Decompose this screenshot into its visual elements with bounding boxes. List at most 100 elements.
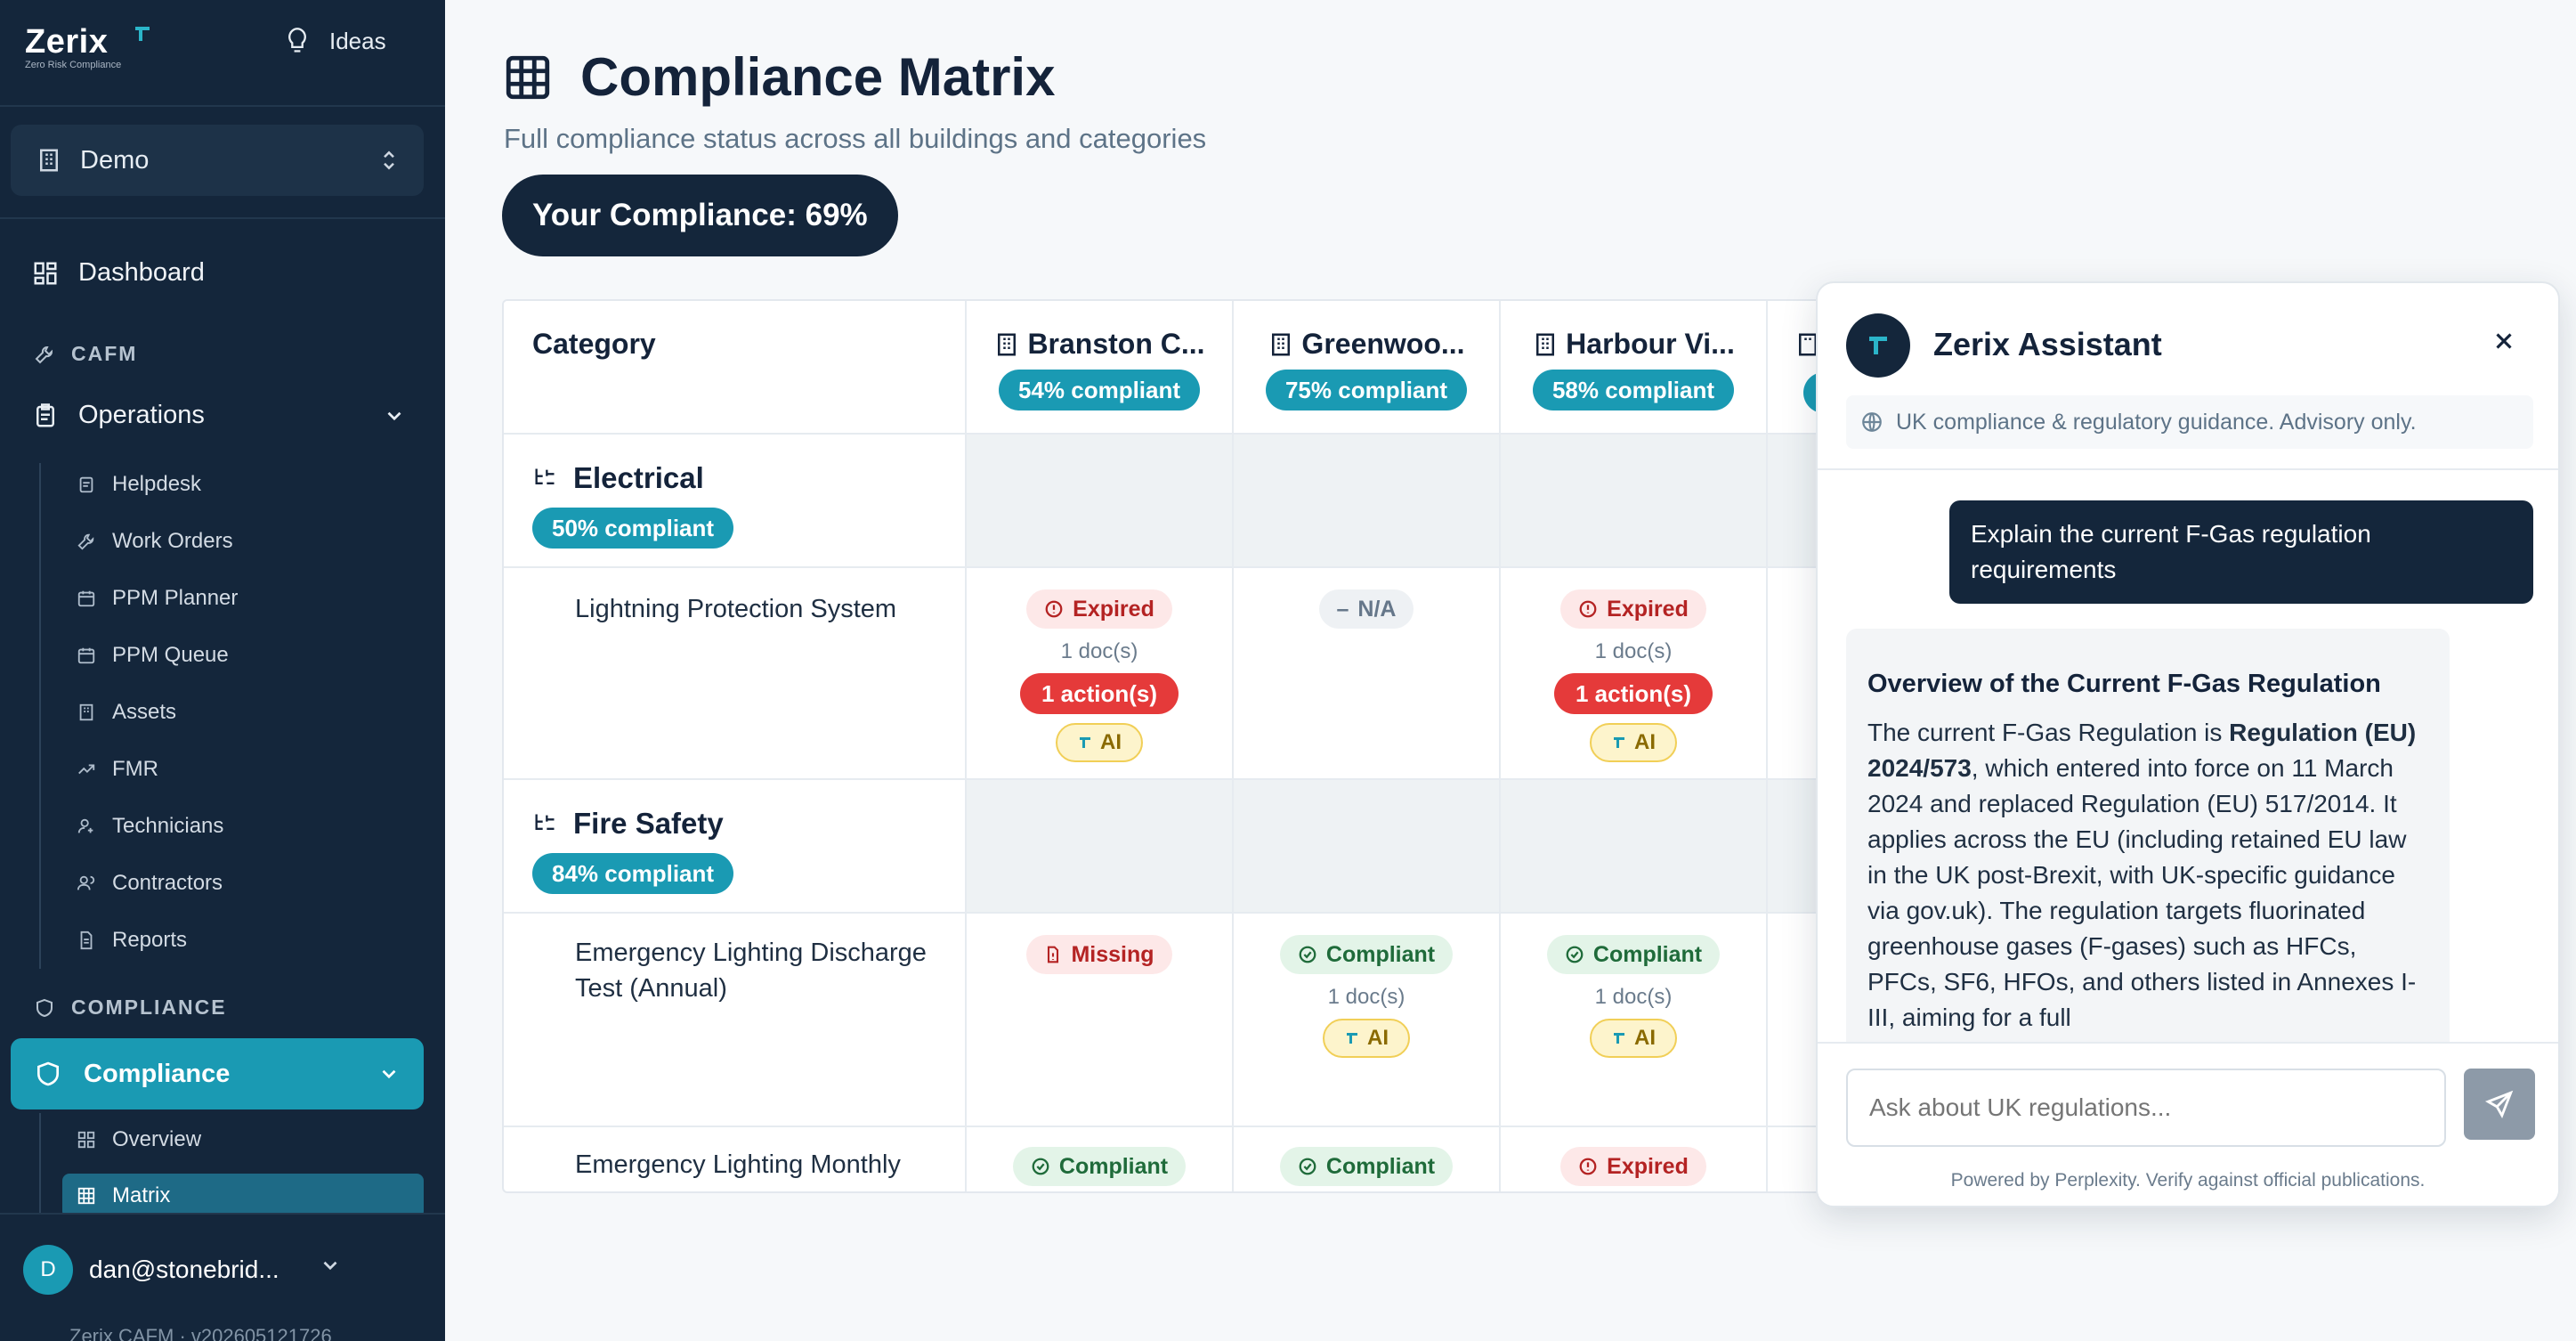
clipboard-icon xyxy=(36,402,54,427)
assistant-message: Overview of the Current F-Gas Regulation… xyxy=(1846,629,2450,1065)
matrix-cell[interactable]: Compliant 1 doc(s) AI xyxy=(1501,914,1768,1127)
category-fire-safety[interactable]: Fire Safety 84% compliant xyxy=(504,780,967,914)
ppm-queue-label: PPM Queue xyxy=(112,643,229,667)
building-compliance-badge: 75% compliant xyxy=(1265,370,1468,410)
sidebar-item-ppm-planner[interactable]: PPM Planner xyxy=(77,586,238,611)
building-icon xyxy=(998,333,1017,355)
building-title: Harbour Vi... xyxy=(1532,328,1735,361)
sidebar-item-technicians[interactable]: Technicians xyxy=(77,814,223,839)
compliance-score-badge: Your Compliance: 69% xyxy=(502,175,898,256)
tree-icon xyxy=(535,814,555,830)
tree-icon xyxy=(535,468,555,484)
building-title: Branston C... xyxy=(993,328,1205,361)
matrix-cell[interactable]: Compliant xyxy=(967,1127,1234,1191)
category-header-cell: Category xyxy=(504,301,967,435)
building-icon xyxy=(1536,333,1555,355)
assistant-footer: Powered by Perplexity. Verify against of… xyxy=(1818,1042,2558,1206)
compliance-submenu xyxy=(39,1113,41,1220)
matrix-cell[interactable]: Expired xyxy=(1501,1127,1768,1191)
ppm-planner-label: PPM Planner xyxy=(112,586,239,610)
ai-button[interactable]: AI xyxy=(1590,1019,1677,1058)
grid-icon xyxy=(34,262,57,284)
shield-icon xyxy=(36,998,53,1017)
assistant-disclaimer: UK compliance & regulatory guidance. Adv… xyxy=(1846,395,2533,449)
user-message: Explain the current F-Gas regulation req… xyxy=(1949,500,2533,604)
nav-operations[interactable]: Operations xyxy=(32,401,406,430)
building-name: Branston C... xyxy=(1027,328,1205,360)
assistant-input[interactable] xyxy=(1846,1069,2446,1147)
work-orders-label: Work Orders xyxy=(112,529,233,553)
zerix-logo[interactable]: Zerix Zero Risk Compliance xyxy=(25,23,150,70)
sidebar-item-helpdesk[interactable]: Helpdesk xyxy=(77,472,201,497)
close-icon[interactable] xyxy=(2491,328,2517,354)
sidebar-item-contractors[interactable]: Contractors xyxy=(77,871,223,896)
sidebar-item-work-orders[interactable]: Work Orders xyxy=(77,529,233,554)
globe-icon xyxy=(1862,412,1882,432)
page-title-text: Compliance Matrix xyxy=(580,47,1056,107)
action-count-badge[interactable]: 1 action(s) xyxy=(1553,673,1713,714)
building-icon xyxy=(1272,333,1291,355)
cafm-label: CAFM xyxy=(71,342,138,365)
sidebar-item-matrix[interactable]: Matrix xyxy=(62,1174,424,1218)
sidebar-item-ppm-queue[interactable]: PPM Queue xyxy=(77,643,229,668)
helpdesk-label: Helpdesk xyxy=(112,472,202,496)
ai-label: AI xyxy=(1634,1026,1656,1050)
sidebar-item-reports[interactable]: Reports xyxy=(77,928,187,953)
building-header-branston[interactable]: Branston C... 54% compliant xyxy=(967,301,1234,435)
table-row-label: Lightning Protection System xyxy=(504,568,967,780)
wrench-icon xyxy=(77,533,94,550)
dash-icon: – xyxy=(1336,596,1349,622)
matrix-cell[interactable]: Expired 1 doc(s) 1 action(s) AI xyxy=(1501,568,1768,780)
matrix-cell[interactable]: Compliant 1 doc(s) AI xyxy=(1234,914,1501,1127)
status-text: Compliant xyxy=(1592,941,1703,967)
status-badge: Compliant xyxy=(1012,1147,1187,1186)
chevron-down-icon xyxy=(382,1069,396,1079)
assistant-header: Zerix Assistant UK compliance & regulato… xyxy=(1818,283,2558,470)
trending-up-icon xyxy=(78,764,95,775)
assistant-panel: Zerix Assistant UK compliance & regulato… xyxy=(1816,281,2560,1207)
alert-circle-icon xyxy=(1579,1158,1597,1175)
matrix-cell[interactable]: Missing xyxy=(967,914,1234,1127)
org-selector[interactable]: Demo xyxy=(11,125,424,196)
ai-button[interactable]: AI xyxy=(1590,723,1677,762)
divider xyxy=(0,105,445,107)
ai-button[interactable]: AI xyxy=(1056,723,1143,762)
status-text: Compliant xyxy=(1058,1153,1169,1179)
sidebar-item-overview[interactable]: Overview xyxy=(77,1127,201,1152)
ai-button[interactable]: AI xyxy=(1323,1019,1410,1058)
status-badge: Expired xyxy=(1560,589,1706,629)
user-email: dan@stonebrid... xyxy=(89,1256,279,1283)
building-name: Greenwoo... xyxy=(1301,328,1465,360)
sidebar-item-fmr[interactable]: FMR xyxy=(77,757,158,782)
ideas-link[interactable]: Ideas xyxy=(285,27,386,55)
sidebar-item-assets[interactable]: Assets xyxy=(77,700,176,725)
ai-label: AI xyxy=(1100,730,1122,754)
nav-compliance[interactable]: Compliance xyxy=(11,1038,424,1109)
status-badge: Compliant xyxy=(1279,935,1454,974)
chevron-updown-icon xyxy=(384,150,394,170)
matrix-cell[interactable]: Compliant xyxy=(1234,1127,1501,1191)
users-icon xyxy=(77,875,95,890)
building-header-greenwood[interactable]: Greenwoo... 75% compliant xyxy=(1234,301,1501,435)
category-electrical[interactable]: Electrical 50% compliant xyxy=(504,435,967,568)
building-icon xyxy=(79,703,93,721)
matrix-cell[interactable]: – N/A xyxy=(1234,568,1501,780)
send-button[interactable] xyxy=(2464,1069,2535,1140)
action-count-badge[interactable]: 1 action(s) xyxy=(1019,673,1179,714)
matrix-cell[interactable]: Expired 1 doc(s) 1 action(s) AI xyxy=(967,568,1234,780)
powered-by-note: Powered by Perplexity. Verify against of… xyxy=(1950,1170,2426,1191)
status-text: Missing xyxy=(1071,941,1154,967)
logo-word: Zerix xyxy=(25,23,109,61)
clipboard-icon xyxy=(79,476,93,493)
building-header-harbour[interactable]: Harbour Vi... 58% compliant xyxy=(1501,301,1768,435)
compliance-matrix-table: Category Branston C... 54% compliant Gre… xyxy=(502,299,1926,1193)
ai-label: AI xyxy=(1634,730,1656,754)
status-badge: Missing xyxy=(1026,935,1172,974)
user-menu[interactable]: D dan@stonebrid... Zerix CAFM · v2026051… xyxy=(0,1213,445,1341)
nav-dashboard[interactable]: Dashboard xyxy=(32,258,205,288)
ai-label: AI xyxy=(1367,1026,1389,1050)
status-badge: Expired xyxy=(1026,589,1172,629)
wrench-icon xyxy=(35,345,53,363)
logo-tagline: Zero Risk Compliance xyxy=(25,60,122,70)
chevron-down-icon xyxy=(387,411,401,420)
